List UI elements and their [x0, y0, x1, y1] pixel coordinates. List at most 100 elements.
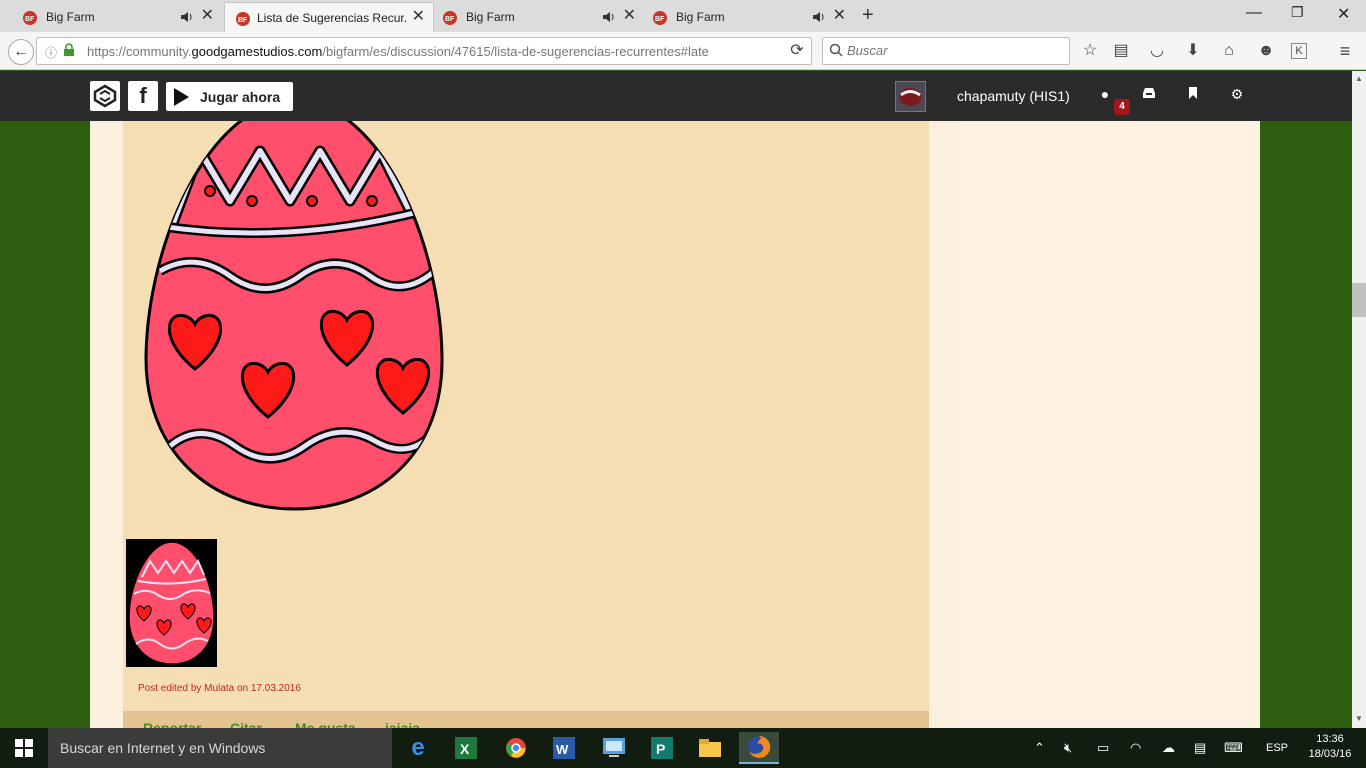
- network-app-icon[interactable]: [594, 732, 634, 764]
- edited-author-link[interactable]: Mulata: [204, 683, 234, 694]
- scroll-down-icon[interactable]: ▼: [1352, 712, 1366, 726]
- keyboard-icon[interactable]: ⌨: [1224, 740, 1243, 756]
- onedrive-icon[interactable]: ☁: [1162, 740, 1175, 756]
- gear-icon[interactable]: ⚙: [1228, 86, 1246, 104]
- volume-muted-icon[interactable]: 🔇︎: [1064, 740, 1072, 756]
- clock-time: 13:36: [1316, 733, 1344, 745]
- scrollbar-thumb[interactable]: [1352, 283, 1366, 317]
- quote-link[interactable]: Citar: [230, 720, 262, 728]
- tab-label: Lista de Sugerencias Recur...: [257, 11, 407, 25]
- edited-date: 17.03.2016: [250, 683, 301, 694]
- action-center-icon[interactable]: ▤: [1194, 740, 1206, 756]
- svg-text:BF: BF: [445, 16, 455, 23]
- reload-icon[interactable]: ⟳: [786, 40, 808, 62]
- search-box[interactable]: [822, 37, 1070, 65]
- wifi-icon[interactable]: ◠: [1130, 740, 1141, 756]
- new-tab-button[interactable]: +: [862, 4, 874, 27]
- tray-chevron-up-icon[interactable]: ⌃: [1034, 740, 1045, 756]
- word-icon[interactable]: W: [544, 732, 584, 764]
- address-bar[interactable]: ⓘ https://community.goodgamestudios.com/…: [36, 37, 812, 65]
- tab-label: Big Farm: [466, 10, 515, 24]
- url-text[interactable]: https://community.goodgamestudios.com/bi…: [87, 44, 767, 59]
- info-icon[interactable]: ⓘ: [45, 44, 57, 61]
- report-link[interactable]: Reportar: [143, 720, 201, 728]
- easter-egg-image: [140, 99, 450, 513]
- svg-text:BF: BF: [238, 17, 248, 24]
- taskbar-search[interactable]: Buscar en Internet y en Windows: [48, 728, 392, 768]
- back-icon[interactable]: ←: [8, 39, 34, 65]
- inbox-icon[interactable]: [1140, 86, 1158, 104]
- facebook-button[interactable]: f: [128, 81, 158, 111]
- pocket-icon[interactable]: ◡: [1146, 40, 1168, 62]
- clock[interactable]: 13:36 18/03/16: [1298, 732, 1362, 762]
- browser-tab[interactable]: BF Big Farm ✕: [646, 2, 854, 32]
- lock-icon: [63, 43, 75, 60]
- restore-icon[interactable]: ❐: [1291, 4, 1304, 21]
- hello-icon[interactable]: ☻: [1255, 40, 1277, 62]
- bookmark-icon[interactable]: [1184, 86, 1202, 104]
- page-scrollbar[interactable]: [1352, 71, 1366, 728]
- close-icon[interactable]: ✕: [201, 8, 214, 24]
- start-button[interactable]: [0, 728, 48, 768]
- close-icon[interactable]: ✕: [412, 9, 425, 25]
- username[interactable]: chapamuty (HIS1): [957, 88, 1070, 104]
- sidebar: [961, 121, 1260, 728]
- bookmark-star-icon[interactable]: ☆: [1079, 40, 1101, 62]
- speaker-icon[interactable]: [180, 10, 194, 24]
- home-icon[interactable]: ⌂: [1218, 40, 1240, 62]
- firefox-icon[interactable]: [739, 732, 779, 764]
- post-edited-note: Post edited by Mulata on 17.03.2016: [138, 683, 301, 694]
- window-close-icon[interactable]: ✕: [1337, 4, 1350, 24]
- taskbar: Buscar en Internet y en Windows e X W P …: [0, 728, 1366, 768]
- easter-egg-thumbnail[interactable]: [126, 539, 217, 667]
- excel-icon[interactable]: X: [446, 732, 486, 764]
- bigfarm-favicon-icon: BF: [652, 9, 668, 25]
- facebook-icon: f: [139, 83, 147, 108]
- ggs-logo-icon: [93, 84, 117, 108]
- file-explorer-icon[interactable]: [690, 732, 730, 764]
- play-now-button[interactable]: Jugar ahora: [166, 82, 293, 111]
- ggs-logo-button[interactable]: [90, 81, 120, 111]
- tab-label: Big Farm: [676, 10, 725, 24]
- minimize-icon[interactable]: —: [1246, 4, 1262, 22]
- edge-icon[interactable]: e: [398, 732, 438, 764]
- globe-icon[interactable]: ●: [1096, 86, 1114, 104]
- site-header: f Jugar ahora chapamuty (HIS1) ● 4 ⚙: [0, 71, 1352, 121]
- publisher-icon[interactable]: P: [642, 732, 682, 764]
- lol-link[interactable]: jajaja: [385, 720, 420, 728]
- svg-text:P: P: [656, 741, 665, 757]
- download-icon[interactable]: ⬇: [1182, 40, 1204, 62]
- battery-icon[interactable]: ▭: [1097, 740, 1109, 756]
- reading-list-icon[interactable]: ▤: [1110, 40, 1132, 62]
- bigfarm-favicon-icon: BF: [442, 9, 458, 25]
- avatar[interactable]: [895, 81, 926, 112]
- edited-on: on: [234, 683, 251, 694]
- clock-date: 18/03/16: [1308, 748, 1352, 760]
- like-link[interactable]: Me gusta: [295, 720, 356, 728]
- play-icon: [174, 88, 189, 106]
- language-indicator[interactable]: ESP: [1266, 742, 1288, 754]
- svg-text:W: W: [556, 742, 569, 757]
- speaker-icon[interactable]: [602, 10, 616, 24]
- speaker-icon[interactable]: [812, 10, 826, 24]
- navigation-bar: ← ⓘ https://community.goodgamestudios.co…: [0, 32, 1366, 70]
- extension-k-icon[interactable]: K: [1291, 43, 1307, 59]
- bigfarm-favicon-icon: BF: [235, 10, 251, 26]
- browser-tab[interactable]: BF Big Farm ✕: [0, 2, 222, 32]
- chrome-icon[interactable]: [496, 732, 536, 764]
- close-icon[interactable]: ✕: [833, 8, 846, 24]
- browser-tab[interactable]: BF Big Farm ✕: [436, 2, 644, 32]
- notification-badge: 4: [1114, 99, 1130, 115]
- windows-icon: [15, 739, 33, 757]
- menu-hamburger-icon[interactable]: ≡: [1334, 40, 1356, 62]
- edited-prefix: Post edited by: [138, 683, 205, 694]
- browser-tab-bar: BF Big Farm ✕ BF Lista de Sugerencias Re…: [0, 0, 1366, 33]
- svg-text:BF: BF: [25, 16, 35, 23]
- post-action-bar: Reportar Citar Me gusta jajaja: [123, 711, 929, 728]
- search-input[interactable]: [847, 43, 1057, 58]
- browser-tab-active[interactable]: BF Lista de Sugerencias Recur... ✕: [224, 2, 434, 33]
- play-now-label: Jugar ahora: [200, 88, 281, 105]
- close-icon[interactable]: ✕: [623, 8, 636, 24]
- bigfarm-favicon-icon: BF: [22, 9, 38, 25]
- scroll-up-icon[interactable]: ▲: [1352, 72, 1366, 86]
